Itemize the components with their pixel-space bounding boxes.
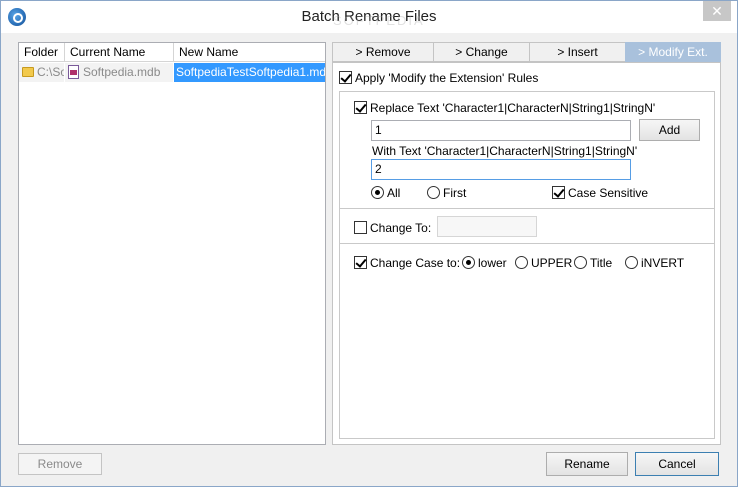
- with-text-label: With Text 'Character1|CharacterN|String1…: [372, 144, 638, 158]
- current-name-cell: Softpedia.mdb: [65, 63, 173, 82]
- column-folder[interactable]: Folder: [19, 43, 65, 62]
- all-label: All: [387, 186, 401, 200]
- tab-modify-ext[interactable]: > Modify Ext.: [625, 42, 721, 62]
- add-button[interactable]: Add: [639, 119, 700, 141]
- new-name-cell: SoftpediaTestSoftpedia1.mdb: [174, 63, 325, 82]
- replace-text-checkbox[interactable]: [354, 101, 367, 114]
- change-case-label: Change Case to:: [370, 256, 461, 270]
- apply-rules-label: Apply 'Modify the Extension' Rules: [355, 71, 539, 85]
- first-label: First: [443, 186, 467, 200]
- apply-rules-checkbox[interactable]: [339, 71, 352, 84]
- upper-radio[interactable]: [515, 256, 528, 269]
- lower-label: lower: [478, 256, 507, 270]
- replace-text-label: Replace Text 'Character1|CharacterN|Stri…: [370, 101, 656, 115]
- modify-ext-panel: Apply 'Modify the Extension' Rules Repla…: [332, 62, 721, 445]
- title-radio[interactable]: [574, 256, 587, 269]
- column-new-name[interactable]: New Name: [174, 43, 325, 62]
- folder-icon: [22, 67, 34, 77]
- with-text-input[interactable]: 2: [371, 159, 631, 180]
- upper-label: UPPER: [531, 256, 573, 270]
- tab-insert[interactable]: > Insert: [529, 42, 626, 62]
- access-file-icon: [68, 65, 79, 79]
- title-bar: Batch Rename Files SOFTPEDIA ✕: [1, 1, 737, 33]
- cancel-button[interactable]: Cancel: [635, 452, 719, 476]
- change-case-checkbox[interactable]: [354, 256, 367, 269]
- case-sensitive-label: Case Sensitive: [568, 186, 649, 200]
- remove-button[interactable]: Remove: [18, 453, 102, 475]
- watermark: SOFTPEDIA: [333, 13, 425, 28]
- title-label: Title: [590, 256, 613, 270]
- current-name: Softpedia.mdb: [83, 65, 161, 79]
- file-grid[interactable]: Folder Current Name New Name C:\So Softp…: [18, 42, 326, 445]
- replace-text-group: Replace Text 'Character1|CharacterN|Stri…: [339, 91, 715, 209]
- tab-change[interactable]: > Change: [433, 42, 530, 62]
- folder-cell: C:\So: [19, 63, 64, 82]
- invert-label: iNVERT: [641, 256, 685, 270]
- lower-radio[interactable]: [462, 256, 475, 269]
- tab-remove[interactable]: > Remove: [332, 42, 434, 62]
- column-current-name[interactable]: Current Name: [65, 43, 174, 62]
- change-to-input[interactable]: [437, 216, 537, 237]
- rule-tabs: > Remove > Change > Insert > Modify Ext.: [332, 42, 721, 62]
- rename-button[interactable]: Rename: [546, 452, 628, 476]
- change-to-checkbox[interactable]: [354, 221, 367, 234]
- case-sensitive-checkbox[interactable]: [552, 186, 565, 199]
- invert-radio[interactable]: [625, 256, 638, 269]
- replace-text-input[interactable]: 1: [371, 120, 631, 141]
- folder-path: C:\So: [37, 65, 64, 79]
- table-row[interactable]: C:\So Softpedia.mdb SoftpediaTestSoftped…: [19, 63, 325, 82]
- grid-header: Folder Current Name New Name: [19, 43, 325, 62]
- change-case-group: Change Case to: lower UPPER Title iNVERT: [339, 243, 715, 439]
- close-button[interactable]: ✕: [703, 1, 731, 21]
- first-radio[interactable]: [427, 186, 440, 199]
- change-to-label: Change To:: [370, 221, 432, 235]
- change-to-group: Change To:: [339, 208, 715, 244]
- batch-rename-window: Batch Rename Files SOFTPEDIA ✕ Folder Cu…: [0, 0, 738, 487]
- all-radio[interactable]: [371, 186, 384, 199]
